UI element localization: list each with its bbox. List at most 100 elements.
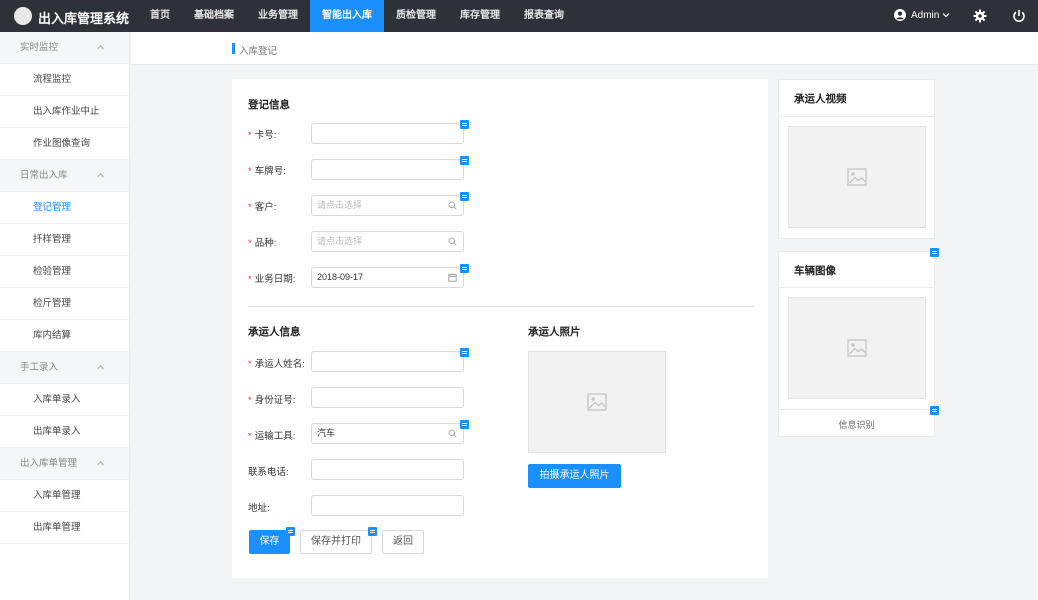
capture-carrier-photo-button[interactable]: 拍摄承运人照片 bbox=[528, 464, 621, 488]
card-no-input[interactable] bbox=[311, 123, 464, 144]
chevron-up-icon bbox=[97, 461, 104, 466]
plate-no-input[interactable] bbox=[311, 159, 464, 180]
top-navbar: 出入库管理系统 首页 基础档案 业务管理 智能出入库 质检管理 库存管理 报表查… bbox=[0, 0, 1038, 32]
sidebar-group-label: 出入库单管理 bbox=[20, 458, 78, 469]
breadcrumb-marker bbox=[232, 43, 235, 54]
sidebar-group-daily[interactable]: 日常出入库 bbox=[0, 160, 129, 192]
list-badge-icon bbox=[460, 192, 469, 201]
panel-divider bbox=[779, 116, 934, 117]
app-title: 出入库管理系统 bbox=[38, 11, 130, 26]
nav-home[interactable]: 首页 bbox=[138, 0, 182, 32]
breadcrumb-text: 入库登记 bbox=[239, 46, 278, 57]
sidebar-item-job-stop[interactable]: 出入库作业中止 bbox=[0, 96, 129, 128]
nav-business[interactable]: 业务管理 bbox=[246, 0, 310, 32]
sidebar-item-weighing[interactable]: 检斤管理 bbox=[0, 288, 129, 320]
sidebar-item-inbound-orders[interactable]: 入库单管理 bbox=[0, 480, 129, 512]
card-no-label: * 卡号: bbox=[248, 130, 277, 141]
transport-value: 汽车 bbox=[317, 428, 336, 438]
search-icon bbox=[448, 237, 457, 246]
sidebar-item-image-query[interactable]: 作业图像查询 bbox=[0, 128, 129, 160]
carrier-video-panel: 承运人视频 bbox=[778, 79, 935, 239]
variety-select[interactable]: 请点击选择 bbox=[311, 231, 464, 252]
user-name: Admin bbox=[911, 9, 940, 21]
carrier-photo-placeholder bbox=[528, 351, 666, 453]
chevron-up-icon bbox=[97, 45, 104, 50]
customer-select[interactable]: 请点击选择 bbox=[311, 195, 464, 216]
power-icon[interactable] bbox=[1012, 9, 1026, 23]
transport-label: * 运输工具: bbox=[248, 431, 296, 442]
sidebar-item-registration[interactable]: 登记管理 bbox=[0, 192, 129, 224]
vehicle-image-panel: 车辆图像 信息识别 bbox=[778, 251, 935, 437]
sidebar-item-inspection[interactable]: 检验管理 bbox=[0, 256, 129, 288]
registration-section-title: 登记信息 bbox=[248, 99, 290, 111]
address-label: 地址: bbox=[248, 503, 270, 514]
search-icon bbox=[448, 429, 457, 438]
sidebar-group-label: 手工录入 bbox=[20, 362, 59, 373]
vehicle-image-title: 车辆图像 bbox=[794, 265, 836, 277]
sidebar-item-settlement[interactable]: 库内结算 bbox=[0, 320, 129, 352]
list-badge-icon bbox=[460, 156, 469, 165]
save-and-print-button[interactable]: 保存并打印 bbox=[300, 530, 372, 554]
customer-placeholder: 请点击选择 bbox=[317, 200, 363, 210]
carrier-name-input[interactable] bbox=[311, 351, 464, 372]
carrier-video-title: 承运人视频 bbox=[794, 93, 847, 105]
chevron-up-icon bbox=[97, 173, 104, 178]
transport-select[interactable]: 汽车 bbox=[311, 423, 464, 444]
variety-label: * 品种: bbox=[248, 238, 277, 249]
sidebar-group-label: 日常出入库 bbox=[20, 170, 68, 181]
address-input[interactable] bbox=[311, 495, 464, 516]
chevron-up-icon bbox=[97, 365, 104, 370]
sidebar-group-label: 实时监控 bbox=[20, 42, 59, 53]
list-badge-icon bbox=[460, 348, 469, 357]
sidebar-item-sampling[interactable]: 扦样管理 bbox=[0, 224, 129, 256]
user-avatar-icon bbox=[894, 9, 906, 21]
phone-label: 联系电话: bbox=[248, 467, 289, 478]
nav-quality[interactable]: 质检管理 bbox=[384, 0, 448, 32]
nav-inventory[interactable]: 库存管理 bbox=[448, 0, 512, 32]
nav-smart-inout[interactable]: 智能出入库 bbox=[310, 0, 384, 32]
sidebar-item-outbound-orders[interactable]: 出库单管理 bbox=[0, 512, 129, 544]
biz-date-label: * 业务日期: bbox=[248, 274, 296, 285]
carrier-section-title: 承运人信息 bbox=[248, 326, 301, 338]
list-badge-icon bbox=[460, 120, 469, 129]
list-badge-icon bbox=[930, 406, 939, 415]
image-icon bbox=[847, 339, 867, 357]
user-menu[interactable]: Admin bbox=[894, 9, 950, 21]
sidebar-group-manual[interactable]: 手工录入 bbox=[0, 352, 129, 384]
registration-form-card: 登记信息 * 卡号: * 车牌号: * 客户: 请点击选择 * 品种: 请点击选择 * 业… bbox=[232, 79, 768, 578]
search-icon bbox=[448, 201, 457, 210]
sidebar-item-outbound-entry[interactable]: 出库单录入 bbox=[0, 416, 129, 448]
info-recognition-button[interactable]: 信息识别 bbox=[779, 418, 934, 431]
sidebar: 实时监控 流程监控 出入库作业中止 作业图像查询 日常出入库 登记管理 扦样管理… bbox=[0, 32, 130, 600]
carrier-video-placeholder bbox=[788, 126, 926, 228]
phone-input[interactable] bbox=[311, 459, 464, 480]
carrier-photo-title: 承运人照片 bbox=[528, 326, 581, 338]
list-badge-icon bbox=[286, 527, 295, 536]
nav-basic-archive[interactable]: 基础档案 bbox=[182, 0, 246, 32]
id-no-label: * 身份证号: bbox=[248, 395, 296, 406]
sidebar-group-monitor[interactable]: 实时监控 bbox=[0, 32, 129, 64]
plate-no-label: * 车牌号: bbox=[248, 166, 286, 177]
sidebar-item-inbound-entry[interactable]: 入库单录入 bbox=[0, 384, 129, 416]
panel-divider bbox=[779, 287, 934, 288]
gear-icon[interactable] bbox=[973, 9, 987, 23]
variety-placeholder: 请点击选择 bbox=[317, 236, 363, 246]
sidebar-item-flow-monitor[interactable]: 流程监控 bbox=[0, 64, 129, 96]
list-badge-icon bbox=[460, 264, 469, 273]
main-nav: 首页 基础档案 业务管理 智能出入库 质检管理 库存管理 报表查询 bbox=[138, 0, 576, 32]
back-button[interactable]: 返回 bbox=[382, 530, 424, 554]
chevron-down-icon bbox=[942, 13, 950, 18]
save-button[interactable]: 保存 bbox=[249, 530, 290, 554]
nav-reports[interactable]: 报表查询 bbox=[512, 0, 576, 32]
id-no-input[interactable] bbox=[311, 387, 464, 408]
list-badge-icon bbox=[930, 248, 939, 257]
biz-date-input[interactable]: 2018-09-17 bbox=[311, 267, 464, 288]
calendar-icon bbox=[448, 273, 457, 282]
carrier-name-label: * 承运人姓名: bbox=[248, 359, 305, 370]
panel-divider bbox=[779, 409, 934, 410]
image-icon bbox=[587, 393, 607, 411]
biz-date-value: 2018-09-17 bbox=[317, 272, 364, 282]
sidebar-group-orders[interactable]: 出入库单管理 bbox=[0, 448, 129, 480]
vehicle-image-placeholder bbox=[788, 297, 926, 399]
section-divider bbox=[248, 306, 754, 307]
